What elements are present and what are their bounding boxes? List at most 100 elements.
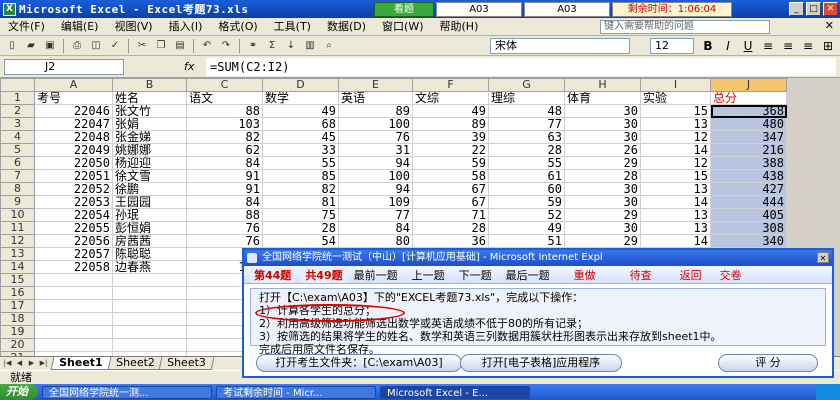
cell[interactable]: 45 xyxy=(262,130,339,144)
cell[interactable]: 405 xyxy=(710,208,787,222)
menu-window[interactable]: 窗口(W) xyxy=(374,18,431,36)
row-header[interactable]: 20 xyxy=(0,338,35,352)
cell[interactable]: 28 xyxy=(564,169,641,183)
row-header[interactable]: 13 xyxy=(0,247,35,261)
tab-sheet2[interactable]: Sheet2 xyxy=(107,356,163,370)
row-header[interactable]: 12 xyxy=(0,234,35,248)
merge-icon[interactable]: ⊞ xyxy=(820,38,836,54)
select-all-corner[interactable] xyxy=(0,78,35,92)
cell[interactable]: 理综 xyxy=(488,91,565,105)
cell[interactable]: 14 xyxy=(640,143,711,157)
cell[interactable]: 55 xyxy=(488,156,565,170)
cell[interactable]: 考号 xyxy=(34,91,113,105)
cell[interactable]: 语文 xyxy=(186,91,263,105)
cell[interactable]: 94 xyxy=(338,156,413,170)
save-icon[interactable]: ▣ xyxy=(42,38,58,54)
cell[interactable]: 徐鹏 xyxy=(112,182,187,196)
last-question-link[interactable]: 最后一题 xyxy=(499,267,557,283)
cell[interactable]: 13 xyxy=(640,182,711,196)
cell[interactable]: 30 xyxy=(564,104,641,118)
menu-format[interactable]: 格式(O) xyxy=(210,18,265,36)
cell[interactable]: 张文竹 xyxy=(112,104,187,118)
open-folder-button[interactable]: 打开考生文件夹：[C:\exam\A03] xyxy=(256,354,462,372)
cell[interactable]: 徐文雪 xyxy=(112,169,187,183)
cell[interactable]: 444 xyxy=(710,195,787,209)
cell[interactable]: 49 xyxy=(262,104,339,118)
cell[interactable]: 51 xyxy=(488,234,565,248)
cell[interactable]: 22051 xyxy=(34,169,113,183)
open-icon[interactable]: ▰ xyxy=(23,38,39,54)
cell[interactable]: 体育 xyxy=(564,91,641,105)
cell[interactable]: 103 xyxy=(186,117,263,131)
cell[interactable]: 84 xyxy=(338,221,413,235)
exam-close-button[interactable]: ✕ xyxy=(817,252,829,263)
help-search-input[interactable]: 键入需要帮助的问题 xyxy=(600,20,770,34)
cell[interactable]: 28 xyxy=(262,221,339,235)
hyperlink-icon[interactable]: ⚭ xyxy=(245,38,261,54)
cell[interactable]: 文综 xyxy=(412,91,489,105)
back-link[interactable]: 返回 xyxy=(673,267,709,283)
cell[interactable]: 84 xyxy=(186,156,263,170)
cell[interactable]: 59 xyxy=(488,195,565,209)
task-exam-browser[interactable]: 全国网络学院统一测... xyxy=(42,385,212,399)
cell[interactable]: 28 xyxy=(412,221,489,235)
cell[interactable] xyxy=(112,312,187,326)
cell[interactable] xyxy=(34,325,113,339)
task-timer[interactable]: 考试剩余时间 - Micr... xyxy=(216,385,376,399)
row-header[interactable]: 14 xyxy=(0,260,35,274)
cell[interactable]: 427 xyxy=(710,182,787,196)
cell[interactable]: 39 xyxy=(412,130,489,144)
cell[interactable]: 388 xyxy=(710,156,787,170)
font-size-select[interactable]: 12 xyxy=(650,38,694,54)
font-name-select[interactable]: 宋体 xyxy=(490,38,630,54)
align-right-icon[interactable]: ≡ xyxy=(800,38,816,54)
cell[interactable]: 480 xyxy=(710,117,787,131)
row-header[interactable]: 8 xyxy=(0,182,35,196)
italic-icon[interactable]: I xyxy=(720,38,736,54)
row-header[interactable]: 15 xyxy=(0,273,35,287)
cell[interactable] xyxy=(34,273,113,287)
row-header[interactable]: 4 xyxy=(0,130,35,144)
cell[interactable]: 71 xyxy=(412,208,489,222)
cell[interactable]: 22053 xyxy=(34,195,113,209)
cell[interactable]: 77 xyxy=(488,117,565,131)
cell[interactable]: 81 xyxy=(262,195,339,209)
cell[interactable]: 77 xyxy=(338,208,413,222)
cell[interactable]: 29 xyxy=(564,156,641,170)
cell[interactable]: 姚娜娜 xyxy=(112,143,187,157)
cell[interactable]: 12 xyxy=(640,156,711,170)
cell[interactable]: 22054 xyxy=(34,208,113,222)
cell[interactable] xyxy=(34,312,113,326)
align-center-icon[interactable]: ≡ xyxy=(780,38,796,54)
menu-edit[interactable]: 编辑(E) xyxy=(53,18,107,36)
start-button[interactable]: 开始 xyxy=(0,384,38,400)
cell[interactable]: 48 xyxy=(488,104,565,118)
row-header[interactable]: 11 xyxy=(0,221,35,235)
cell[interactable]: 22047 xyxy=(34,117,113,131)
menu-help[interactable]: 帮助(H) xyxy=(432,18,487,36)
cell[interactable]: 王园园 xyxy=(112,195,187,209)
cell[interactable]: 94 xyxy=(338,182,413,196)
cell[interactable]: 22050 xyxy=(34,156,113,170)
cell[interactable]: 216 xyxy=(710,143,787,157)
close-button[interactable]: ✕ xyxy=(823,2,838,16)
column-header-h[interactable]: H xyxy=(564,78,641,92)
prev-sheet-icon[interactable]: ◀ xyxy=(14,358,25,369)
cell[interactable]: 张金娣 xyxy=(112,130,187,144)
cell[interactable]: 22057 xyxy=(34,247,113,261)
cell[interactable]: 28 xyxy=(488,143,565,157)
cell[interactable]: 22052 xyxy=(34,182,113,196)
cell[interactable]: 杨迎迎 xyxy=(112,156,187,170)
cell[interactable]: 29 xyxy=(564,234,641,248)
last-sheet-icon[interactable]: ▶| xyxy=(38,358,49,369)
cell[interactable]: 49 xyxy=(412,104,489,118)
cell[interactable]: 84 xyxy=(186,195,263,209)
underline-icon[interactable]: U xyxy=(740,38,756,54)
menu-insert[interactable]: 插入(I) xyxy=(161,18,211,36)
fx-icon[interactable]: fx xyxy=(184,60,194,73)
cell[interactable]: 100 xyxy=(338,117,413,131)
column-header-i[interactable]: I xyxy=(640,78,711,92)
cell[interactable]: 61 xyxy=(488,169,565,183)
column-header-d[interactable]: D xyxy=(262,78,339,92)
print-icon[interactable]: ⎙ xyxy=(69,38,85,54)
